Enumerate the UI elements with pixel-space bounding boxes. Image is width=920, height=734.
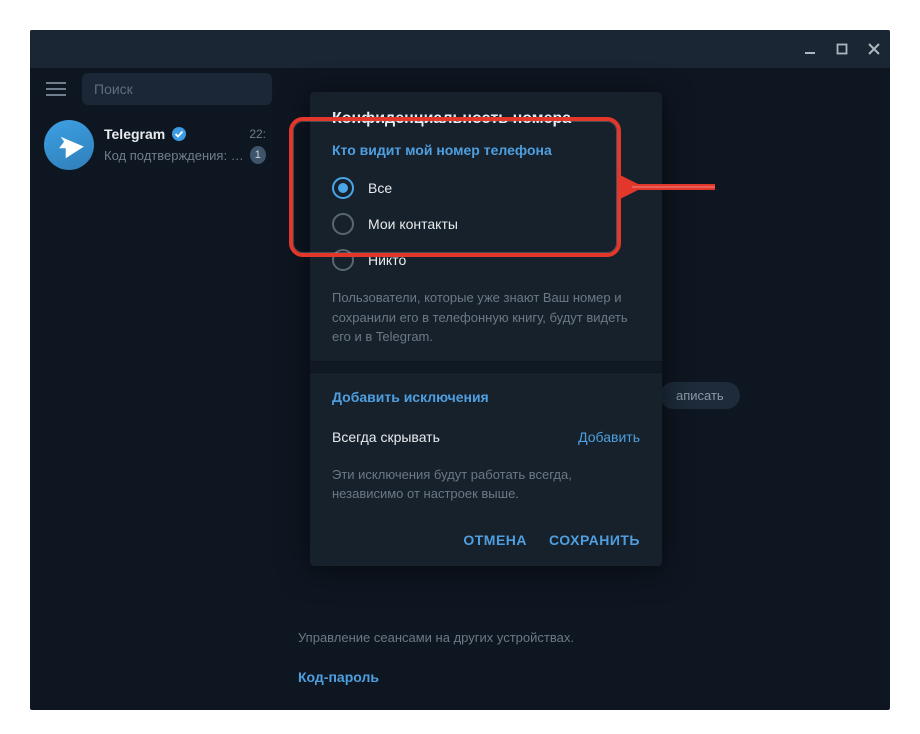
- stage: Поиск Telegram 22: Код подтверждения: 69…: [0, 0, 920, 734]
- dialog-buttons: ОТМЕНА СОХРАНИТЬ: [310, 518, 662, 552]
- group-title: Добавить исключения: [332, 389, 640, 405]
- telegram-plane-icon: [49, 125, 89, 165]
- group-note: Эти исключения будут работать всегда, не…: [332, 465, 640, 504]
- who-sees-group: Кто видит мой номер телефона Все Мои кон…: [310, 142, 662, 361]
- radio-icon: [332, 249, 354, 271]
- group-note: Пользователи, которые уже знают Ваш номе…: [332, 288, 640, 347]
- titlebar: [30, 30, 890, 68]
- menu-button[interactable]: [44, 77, 68, 101]
- save-button[interactable]: СОХРАНИТЬ: [549, 532, 640, 548]
- exception-action: Добавить: [578, 429, 640, 445]
- close-icon: [868, 43, 880, 55]
- search-placeholder: Поиск: [94, 81, 133, 97]
- radio-my-contacts[interactable]: Мои контакты: [332, 206, 640, 242]
- cancel-button[interactable]: ОТМЕНА: [463, 532, 527, 548]
- passcode-link[interactable]: Код-пароль: [298, 669, 693, 685]
- maximize-button[interactable]: [832, 39, 852, 59]
- radio-icon: [332, 177, 354, 199]
- sessions-note: Управление сеансами на других устройства…: [298, 630, 693, 645]
- dialog-title: Конфиденциальность номера: [310, 92, 662, 142]
- radio-label: Мои контакты: [368, 216, 458, 232]
- exceptions-group: Добавить исключения Всегда скрывать Доба…: [310, 389, 662, 518]
- verified-icon: [171, 126, 187, 142]
- avatar: [44, 120, 94, 170]
- exception-label: Всегда скрывать: [332, 429, 440, 445]
- chat-meta: Telegram 22: Код подтверждения: 69… 1: [104, 126, 266, 164]
- menu-icon: [46, 82, 66, 96]
- chat-name: Telegram: [104, 126, 165, 142]
- radio-nobody[interactable]: Никто: [332, 242, 640, 278]
- exception-row[interactable]: Всегда скрывать Добавить: [332, 417, 640, 451]
- group-title: Кто видит мой номер телефона: [332, 142, 640, 158]
- radio-label: Никто: [368, 252, 406, 268]
- radio-label: Все: [368, 180, 392, 196]
- minimize-icon: [804, 43, 816, 55]
- bg-button-partial[interactable]: аписать: [660, 382, 740, 409]
- privacy-dialog: Конфиденциальность номера Кто видит мой …: [310, 92, 662, 566]
- chat-time: 22:: [249, 127, 266, 141]
- radio-icon: [332, 213, 354, 235]
- radio-everybody[interactable]: Все: [332, 170, 640, 206]
- minimize-button[interactable]: [800, 39, 820, 59]
- maximize-icon: [836, 43, 848, 55]
- chat-list-item[interactable]: Telegram 22: Код подтверждения: 69… 1: [30, 110, 280, 180]
- unread-badge: 1: [250, 146, 266, 164]
- divider: [310, 361, 662, 373]
- chat-message: Код подтверждения: 69…: [104, 148, 244, 163]
- settings-section: Управление сеансами на других устройства…: [298, 630, 693, 685]
- app-window: Поиск Telegram 22: Код подтверждения: 69…: [30, 30, 890, 710]
- close-button[interactable]: [864, 39, 884, 59]
- search-input[interactable]: Поиск: [82, 73, 272, 105]
